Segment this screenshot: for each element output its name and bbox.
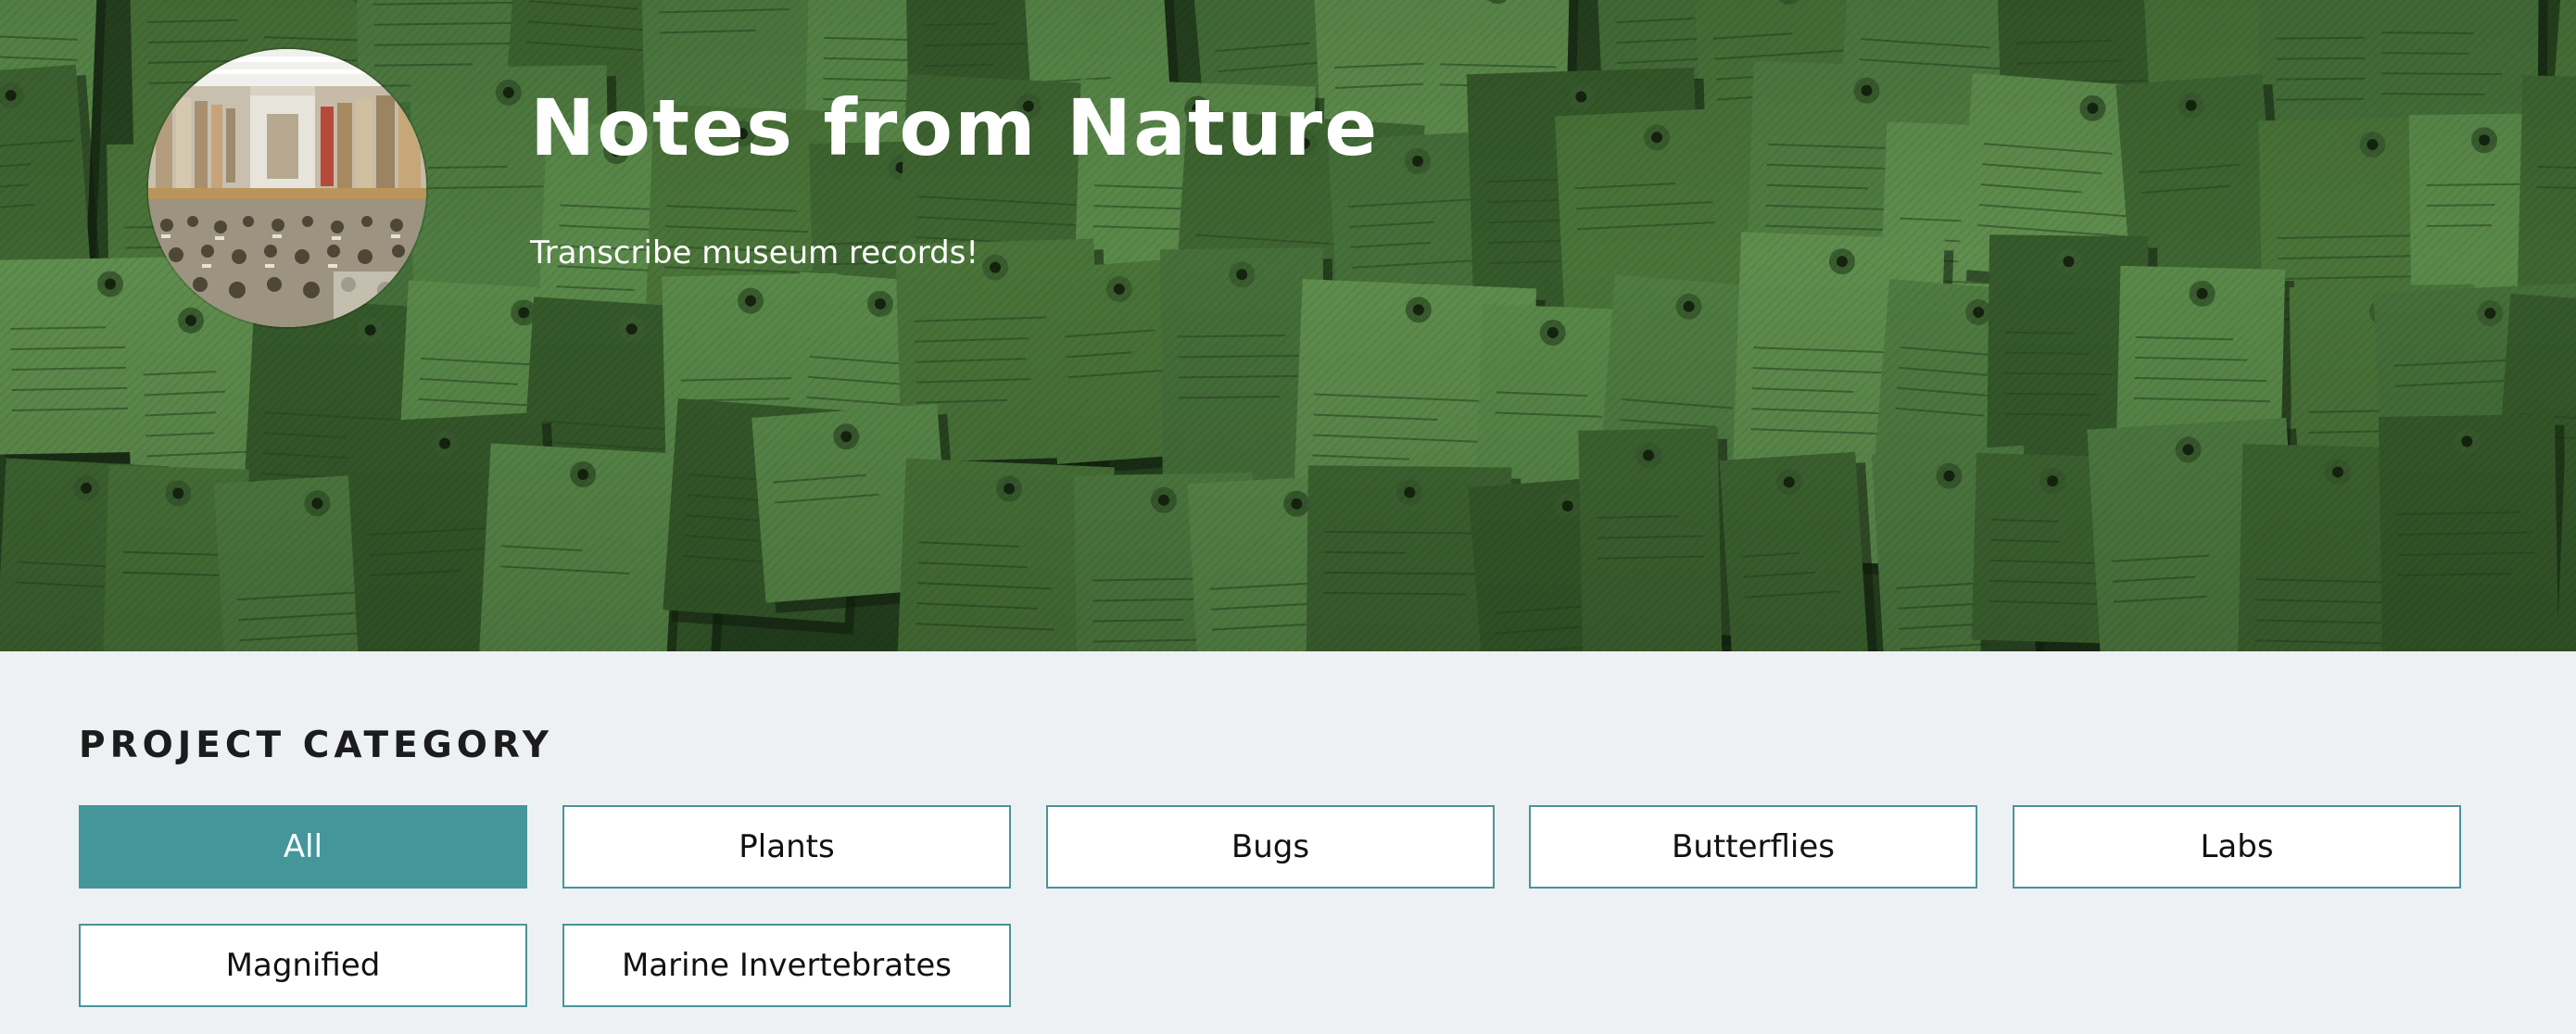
project-avatar (148, 49, 426, 327)
category-button-bugs[interactable]: Bugs (1046, 805, 1495, 889)
category-heading: PROJECT CATEGORY (79, 725, 554, 766)
project-title: Notes from Nature (530, 82, 1380, 173)
category-button-plants[interactable]: Plants (562, 805, 1011, 889)
category-button-marine-invertebrates[interactable]: Marine Invertebrates (562, 924, 1011, 1007)
category-button-magnified[interactable]: Magnified (79, 924, 527, 1007)
category-button-all[interactable]: All (79, 805, 527, 889)
category-button-labs[interactable]: Labs (2013, 805, 2461, 889)
project-tagline: Transcribe museum records! (530, 234, 979, 271)
category-button-butterflies[interactable]: Butterflies (1529, 805, 1977, 889)
project-hero: Notes from Nature Transcribe museum reco… (0, 0, 2576, 651)
